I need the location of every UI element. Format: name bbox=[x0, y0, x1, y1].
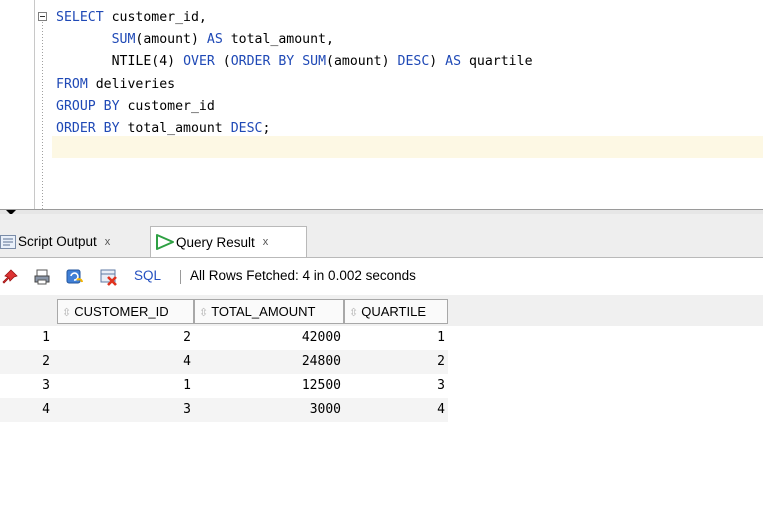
cell-customer-id[interactable]: 1 bbox=[57, 374, 193, 398]
code-line[interactable]: FROM deliveries bbox=[56, 74, 175, 96]
sort-icon[interactable]: ⇳ bbox=[62, 307, 71, 319]
row-number: 1 bbox=[42, 330, 50, 345]
gutter-divider bbox=[34, 0, 35, 209]
play-icon bbox=[155, 234, 175, 250]
keyword-token: GROUP BY bbox=[56, 98, 120, 114]
table-row[interactable]: 3 1 12500 3 bbox=[0, 374, 448, 398]
column-header-quartile[interactable]: ⇳ QUARTILE bbox=[344, 299, 448, 324]
code-line[interactable]: SUM(amount) AS total_amount, bbox=[56, 29, 334, 51]
print-icon[interactable] bbox=[33, 268, 51, 286]
pin-icon[interactable] bbox=[2, 268, 20, 286]
keyword-token: ORDER BY bbox=[230, 54, 295, 70]
cell-total-amount[interactable]: 3000 bbox=[194, 398, 344, 422]
cell-customer-id[interactable]: 3 bbox=[57, 398, 193, 422]
row-number: 4 bbox=[42, 402, 50, 417]
tab-query-close-icon[interactable]: x bbox=[263, 236, 269, 248]
grid-header: ⇳ CUSTOMER_ID ⇳ TOTAL_AMOUNT ⇳ QUARTILE bbox=[0, 295, 763, 326]
keyword-token: SUM bbox=[302, 54, 327, 70]
code-token: ) bbox=[167, 54, 184, 70]
sort-icon[interactable]: ⇳ bbox=[199, 307, 208, 319]
code-token: (amount) bbox=[326, 54, 398, 70]
cell-quartile[interactable]: 2 bbox=[344, 350, 448, 374]
fetch-status: All Rows Fetched: 4 in 0.002 seconds bbox=[190, 268, 416, 283]
cell-total-amount[interactable]: 24800 bbox=[194, 350, 344, 374]
keyword-token: AS bbox=[206, 32, 223, 48]
cell-customer-id[interactable]: 4 bbox=[57, 350, 193, 374]
code-token: (amount) bbox=[135, 32, 207, 48]
tab-script-output-label: Script Output bbox=[18, 234, 97, 249]
tab-query-result-label: Query Result bbox=[176, 234, 255, 250]
keyword-token: ORDER BY bbox=[56, 121, 120, 136]
cell-total-amount[interactable]: 12500 bbox=[194, 374, 344, 398]
keyword-token: OVER bbox=[183, 54, 215, 70]
column-header-customer-id[interactable]: ⇳ CUSTOMER_ID bbox=[57, 299, 194, 324]
fold-collapse-icon[interactable] bbox=[38, 12, 47, 21]
code-token: customer_id, bbox=[103, 10, 207, 25]
code-token: 4 bbox=[159, 54, 168, 70]
table-row[interactable]: 4 3 3000 4 bbox=[0, 398, 448, 422]
cell-customer-id[interactable]: 2 bbox=[57, 326, 193, 350]
row-number: 2 bbox=[42, 354, 50, 369]
script-output-icon bbox=[0, 234, 16, 249]
code-token: NTILE( bbox=[56, 54, 160, 70]
cell-quartile[interactable]: 1 bbox=[344, 326, 448, 350]
keyword-token: DESC bbox=[230, 121, 263, 136]
cell-quartile[interactable]: 3 bbox=[344, 374, 448, 398]
code-token: customer_id bbox=[119, 98, 215, 114]
row-number: 3 bbox=[42, 378, 50, 393]
code-token: deliveries bbox=[87, 76, 176, 92]
output-tab-bar: Script Output x Query Result x bbox=[0, 214, 763, 258]
sort-icon[interactable]: ⇳ bbox=[349, 307, 358, 319]
code-token: ) bbox=[429, 54, 446, 70]
keyword-token: SELECT bbox=[56, 10, 104, 25]
code-line[interactable]: NTILE(4) OVER (ORDER BY SUM(amount) DESC… bbox=[56, 51, 533, 73]
code-line[interactable]: SELECT customer_id, bbox=[56, 7, 207, 29]
tab-script-close-icon[interactable]: x bbox=[105, 236, 111, 248]
cell-quartile[interactable]: 4 bbox=[344, 398, 448, 422]
keyword-token: FROM bbox=[56, 76, 88, 92]
column-header-total-amount[interactable]: ⇳ TOTAL_AMOUNT bbox=[194, 299, 344, 324]
toolbar-separator bbox=[180, 270, 181, 284]
table-row[interactable]: 2 4 24800 2 bbox=[0, 350, 448, 374]
table-row[interactable]: 1 2 42000 1 bbox=[0, 326, 448, 350]
tab-script-output[interactable]: Script Output x bbox=[0, 226, 146, 257]
code-line[interactable]: GROUP BY customer_id bbox=[56, 96, 215, 118]
code-token: total_amount bbox=[119, 121, 231, 136]
code-token: total_amount, bbox=[222, 32, 334, 48]
code-line[interactable]: ORDER BY total_amount DESC; bbox=[56, 118, 270, 140]
code-token: quartile bbox=[461, 54, 533, 70]
code-token: ; bbox=[262, 121, 271, 136]
keyword-token: DESC bbox=[397, 54, 430, 70]
keyword-token: SUM bbox=[111, 32, 136, 48]
result-toolbar: SQL All Rows Fetched: 4 in 0.002 seconds bbox=[0, 258, 763, 295]
fold-guide bbox=[42, 22, 43, 209]
cancel-fetch-icon[interactable] bbox=[100, 268, 118, 286]
refresh-data-icon[interactable] bbox=[66, 268, 84, 286]
code-token: ( bbox=[214, 54, 231, 70]
sql-link[interactable]: SQL bbox=[134, 268, 161, 283]
cell-total-amount[interactable]: 42000 bbox=[194, 326, 344, 350]
keyword-token: AS bbox=[445, 54, 462, 70]
sql-editor[interactable]: SELECT customer_id, SUM(amount) AS total… bbox=[0, 0, 763, 209]
tab-query-result[interactable]: Query Result x bbox=[150, 226, 307, 257]
